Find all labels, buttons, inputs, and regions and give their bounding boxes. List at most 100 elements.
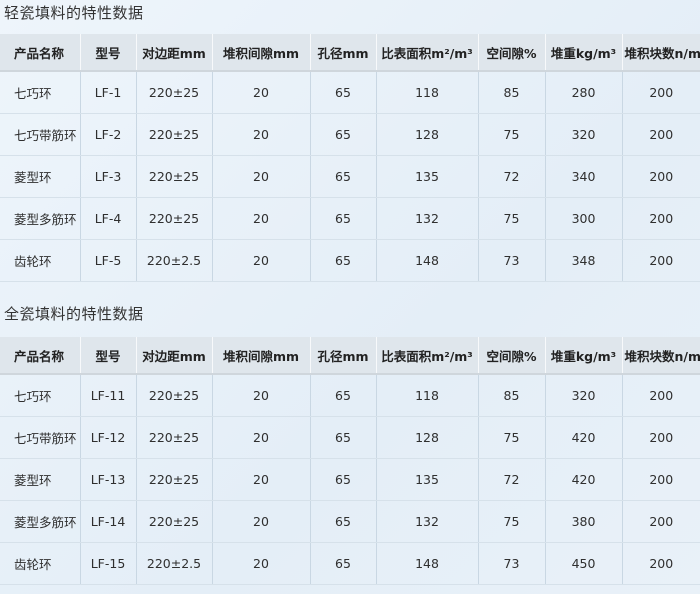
cell-stack-gap: 20: [212, 500, 311, 543]
cell-bulk-weight: 380: [545, 500, 623, 543]
cell-pieces-per-m3: 200: [622, 542, 700, 585]
header-specific-surface: 比表面积m²/m³: [376, 34, 479, 72]
cell-hole-diameter: 65: [310, 416, 377, 459]
header-product-name: 产品名称: [0, 34, 81, 72]
cell-specific-surface: 135: [376, 155, 479, 198]
cell-side-distance: 220±25: [136, 458, 213, 501]
cell-hole-diameter: 65: [310, 197, 377, 240]
header-hole-diameter: 孔径mm: [310, 34, 377, 72]
cell-stack-gap: 20: [212, 416, 311, 459]
cell-bulk-weight: 450: [545, 542, 623, 585]
cell-bulk-weight: 420: [545, 416, 623, 459]
cell-pieces-per-m3: 200: [622, 416, 700, 459]
cell-product-name: 菱型多筋环: [0, 500, 81, 543]
cell-void-ratio: 75: [478, 113, 546, 156]
cell-stack-gap: 20: [212, 239, 311, 282]
cell-side-distance: 220±25: [136, 500, 213, 543]
cell-pieces-per-m3: 200: [622, 155, 700, 198]
cell-void-ratio: 72: [478, 458, 546, 501]
table-row: 齿轮环 LF-5 220±2.5 20 65 148 73 348 200: [0, 239, 700, 282]
cell-stack-gap: 20: [212, 155, 311, 198]
table-row: 菱型环 LF-13 220±25 20 65 135 72 420 200: [0, 458, 700, 501]
header-void-ratio: 空间隙%: [478, 34, 546, 72]
cell-side-distance: 220±2.5: [136, 239, 213, 282]
header-side-distance: 对边距mm: [136, 337, 213, 375]
cell-model: LF-11: [80, 374, 137, 417]
table-row: 七巧环 LF-1 220±25 20 65 118 85 280 200: [0, 71, 700, 114]
header-void-ratio: 空间隙%: [478, 337, 546, 375]
cell-hole-diameter: 65: [310, 500, 377, 543]
cell-model: LF-15: [80, 542, 137, 585]
cell-side-distance: 220±25: [136, 155, 213, 198]
table-header-row: 产品名称 型号 对边距mm 堆积间隙mm 孔径mm 比表面积m²/m³ 空间隙%…: [0, 337, 700, 375]
cell-product-name: 齿轮环: [0, 542, 81, 585]
cell-side-distance: 220±25: [136, 197, 213, 240]
cell-void-ratio: 72: [478, 155, 546, 198]
cell-hole-diameter: 65: [310, 71, 377, 114]
section-title-light-ceramic: 轻瓷填料的特性数据: [4, 4, 144, 22]
cell-pieces-per-m3: 200: [622, 239, 700, 282]
cell-stack-gap: 20: [212, 542, 311, 585]
cell-void-ratio: 73: [478, 542, 546, 585]
cell-pieces-per-m3: 200: [622, 458, 700, 501]
light-ceramic-spec-table: 产品名称 型号 对边距mm 堆积间隙mm 孔径mm 比表面积m²/m³ 空间隙%…: [0, 34, 700, 282]
cell-pieces-per-m3: 200: [622, 71, 700, 114]
cell-specific-surface: 132: [376, 500, 479, 543]
cell-product-name: 七巧环: [0, 71, 81, 114]
cell-specific-surface: 128: [376, 113, 479, 156]
cell-bulk-weight: 300: [545, 197, 623, 240]
cell-product-name: 齿轮环: [0, 239, 81, 282]
cell-hole-diameter: 65: [310, 542, 377, 585]
cell-product-name: 七巧环: [0, 374, 81, 417]
cell-specific-surface: 148: [376, 542, 479, 585]
cell-stack-gap: 20: [212, 113, 311, 156]
cell-pieces-per-m3: 200: [622, 374, 700, 417]
cell-side-distance: 220±25: [136, 71, 213, 114]
table-row: 七巧带筋环 LF-12 220±25 20 65 128 75 420 200: [0, 416, 700, 459]
cell-bulk-weight: 280: [545, 71, 623, 114]
cell-pieces-per-m3: 200: [622, 197, 700, 240]
cell-hole-diameter: 65: [310, 374, 377, 417]
cell-specific-surface: 135: [376, 458, 479, 501]
cell-product-name: 菱型环: [0, 155, 81, 198]
cell-side-distance: 220±25: [136, 113, 213, 156]
header-bulk-weight: 堆重kg/m³: [545, 34, 623, 72]
cell-specific-surface: 148: [376, 239, 479, 282]
cell-pieces-per-m3: 200: [622, 500, 700, 543]
table-row: 七巧环 LF-11 220±25 20 65 118 85 320 200: [0, 374, 700, 417]
header-side-distance: 对边距mm: [136, 34, 213, 72]
cell-pieces-per-m3: 200: [622, 113, 700, 156]
cell-hole-diameter: 65: [310, 155, 377, 198]
cell-bulk-weight: 420: [545, 458, 623, 501]
cell-stack-gap: 20: [212, 458, 311, 501]
cell-model: LF-12: [80, 416, 137, 459]
header-bulk-weight: 堆重kg/m³: [545, 337, 623, 375]
header-model: 型号: [80, 337, 137, 375]
cell-specific-surface: 132: [376, 197, 479, 240]
cell-hole-diameter: 65: [310, 113, 377, 156]
cell-specific-surface: 118: [376, 71, 479, 114]
cell-product-name: 七巧带筋环: [0, 113, 81, 156]
cell-void-ratio: 85: [478, 71, 546, 114]
cell-bulk-weight: 320: [545, 113, 623, 156]
cell-model: LF-5: [80, 239, 137, 282]
header-stack-gap: 堆积间隙mm: [212, 337, 311, 375]
cell-stack-gap: 20: [212, 197, 311, 240]
cell-model: LF-1: [80, 71, 137, 114]
table-row: 菱型多筋环 LF-4 220±25 20 65 132 75 300 200: [0, 197, 700, 240]
cell-void-ratio: 75: [478, 197, 546, 240]
full-ceramic-spec-table: 产品名称 型号 对边距mm 堆积间隙mm 孔径mm 比表面积m²/m³ 空间隙%…: [0, 337, 700, 585]
cell-bulk-weight: 320: [545, 374, 623, 417]
cell-bulk-weight: 340: [545, 155, 623, 198]
cell-product-name: 菱型环: [0, 458, 81, 501]
cell-side-distance: 220±25: [136, 416, 213, 459]
cell-product-name: 七巧带筋环: [0, 416, 81, 459]
cell-product-name: 菱型多筋环: [0, 197, 81, 240]
header-hole-diameter: 孔径mm: [310, 337, 377, 375]
cell-void-ratio: 85: [478, 374, 546, 417]
header-model: 型号: [80, 34, 137, 72]
cell-void-ratio: 73: [478, 239, 546, 282]
table-row: 七巧带筋环 LF-2 220±25 20 65 128 75 320 200: [0, 113, 700, 156]
cell-bulk-weight: 348: [545, 239, 623, 282]
cell-specific-surface: 118: [376, 374, 479, 417]
